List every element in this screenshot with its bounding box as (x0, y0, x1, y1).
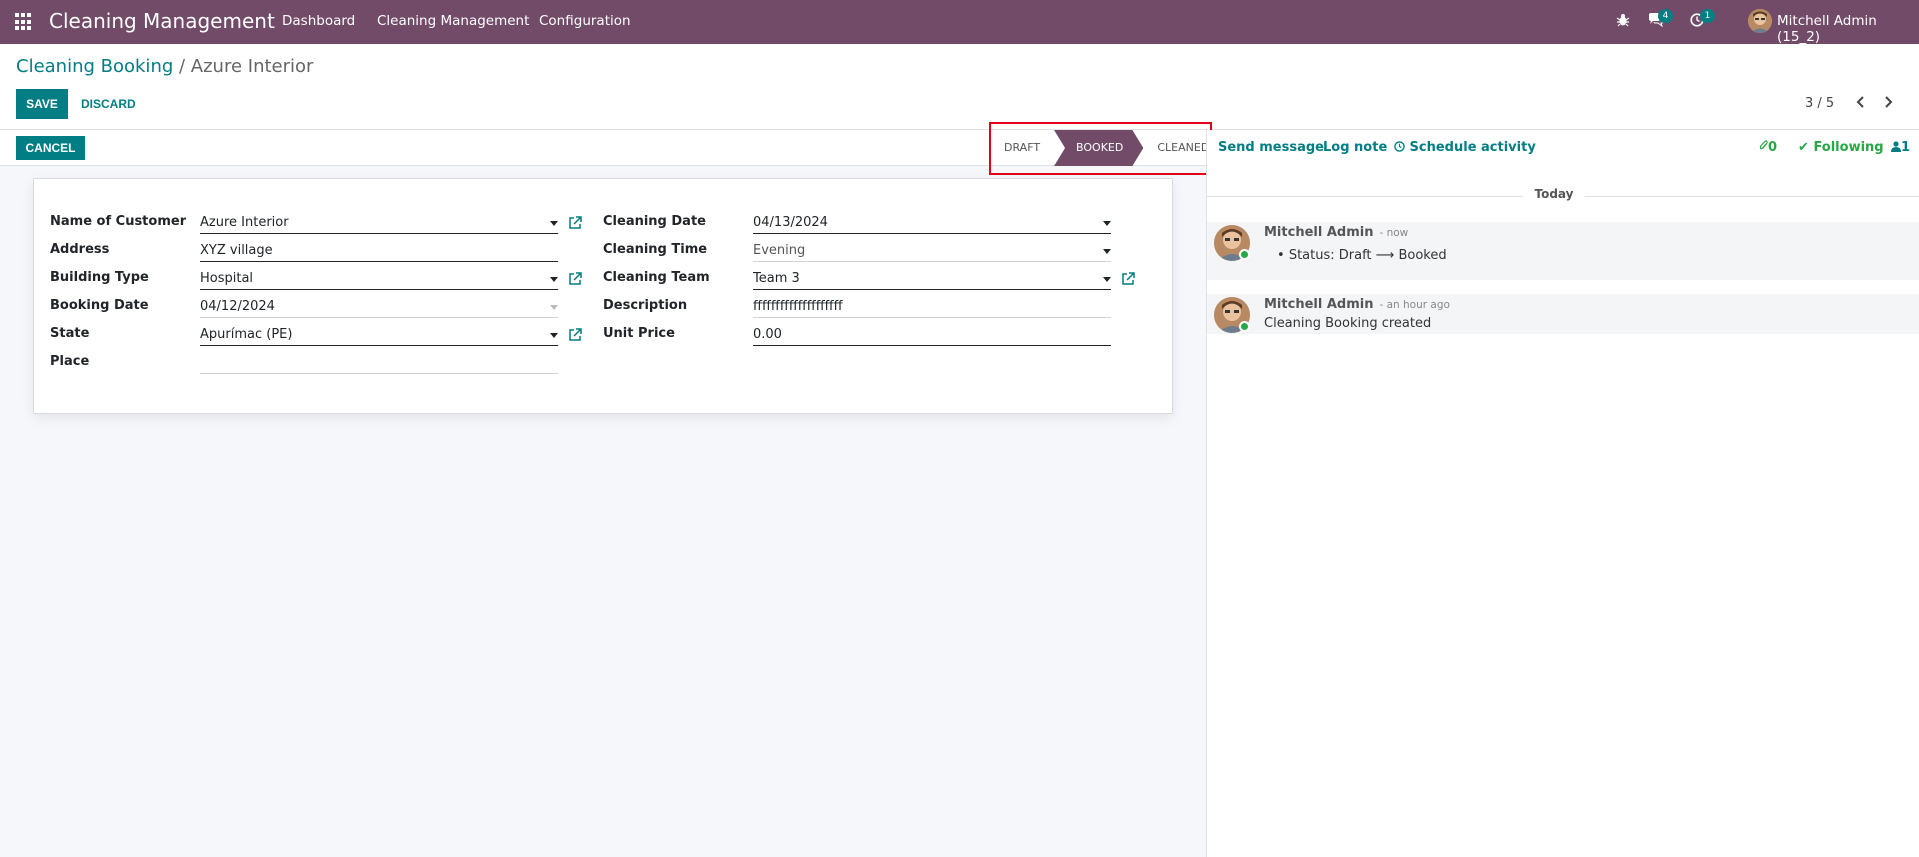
chatter-message: Mitchell Admin - now • Status: Draft ⟶ Bo… (1207, 222, 1919, 280)
unit-price-input[interactable]: 0.00 (753, 325, 1111, 346)
save-button[interactable]: SAVE (16, 89, 68, 119)
label-name-of-customer: Name of Customer (50, 214, 187, 229)
cleaning-time-select[interactable]: Evening (753, 241, 1111, 262)
cancel-button[interactable]: CANCEL (16, 136, 85, 160)
external-link-icon[interactable] (1121, 272, 1135, 286)
log-note-button[interactable]: Log note (1323, 140, 1387, 155)
followers-button[interactable]: 1 (1891, 140, 1910, 156)
following-button[interactable]: ✔ Following (1798, 140, 1884, 155)
chevron-down-icon (550, 305, 558, 310)
external-link-icon[interactable] (568, 272, 582, 286)
label-place: Place (50, 354, 90, 369)
label-booking-date: Booking Date (50, 298, 149, 313)
state-value: Apurímac (PE) (200, 327, 293, 342)
cleaning-team-value: Team 3 (753, 271, 800, 286)
chevron-down-icon (550, 221, 558, 226)
menu-dashboard[interactable]: Dashboard (282, 13, 355, 29)
online-status-icon (1239, 321, 1250, 332)
user-menu[interactable]: Mitchell Admin (15_2) (1777, 13, 1919, 45)
stage-pipeline: DRAFT BOOKED CLEANED (990, 130, 1223, 166)
cleaning-date-value: 04/13/2024 (753, 215, 828, 230)
message-time: - an hour ago (1379, 299, 1450, 311)
breadcrumb-separator: / (173, 56, 191, 77)
arrow-right-icon: ⟶ (1375, 248, 1395, 263)
debug-bug-icon[interactable] (1616, 13, 1632, 29)
stage-draft[interactable]: DRAFT (990, 130, 1054, 166)
cleaning-time-value: Evening (753, 243, 806, 258)
send-message-button[interactable]: Send message (1218, 140, 1324, 155)
tracking-to: Booked (1398, 248, 1447, 263)
message-tracking: • Status: Draft ⟶ Booked (1277, 248, 1447, 263)
label-unit-price: Unit Price (603, 326, 675, 341)
label-address: Address (50, 242, 110, 257)
attachments-count: 0 (1768, 140, 1778, 155)
pager-previous-icon[interactable] (1851, 94, 1869, 112)
menu-cleaning-management[interactable]: Cleaning Management (377, 13, 529, 29)
chevron-down-icon (550, 333, 558, 338)
following-label: Following (1813, 140, 1884, 155)
form-statusbar: CANCEL DRAFT BOOKED CLEANED (0, 130, 1209, 166)
activities-badge: 1 (1700, 9, 1715, 23)
breadcrumb-parent[interactable]: Cleaning Booking (16, 56, 173, 77)
discard-button[interactable]: DISCARD (72, 89, 145, 119)
label-description: Description (603, 298, 688, 313)
chevron-down-icon (550, 277, 558, 282)
message-body: Cleaning Booking created (1264, 316, 1432, 331)
message-author[interactable]: Mitchell Admin - an hour ago (1264, 297, 1450, 312)
pager-value[interactable]: 3 / 5 (1805, 96, 1834, 111)
label-cleaning-time: Cleaning Time (603, 242, 708, 257)
description-input[interactable]: ffffffffffffffffffff (753, 297, 1111, 318)
label-building-type: Building Type (50, 270, 149, 285)
state-select[interactable]: Apurímac (PE) (200, 325, 558, 346)
breadcrumb: Cleaning Booking / Azure Interior (16, 56, 313, 77)
messages-icon[interactable]: 4 (1648, 9, 1673, 29)
attachments-button[interactable]: 0 (1759, 140, 1777, 156)
pager-next-icon[interactable] (1880, 94, 1898, 112)
label-cleaning-date: Cleaning Date (603, 214, 706, 229)
chevron-down-icon (1103, 221, 1111, 226)
customer-value: Azure Interior (200, 215, 289, 230)
booking-date-value: 04/12/2024 (200, 299, 275, 314)
control-panel: Cleaning Booking / Azure Interior SAVE D… (0, 44, 1919, 130)
top-navbar: Cleaning Management Dashboard Cleaning M… (0, 0, 1919, 45)
chatter-message: Mitchell Admin - an hour ago Cleaning Boo… (1207, 294, 1919, 334)
message-time: - now (1379, 227, 1409, 239)
breadcrumb-current: Azure Interior (190, 56, 314, 77)
user-avatar[interactable] (1748, 9, 1772, 33)
online-status-icon (1239, 249, 1250, 260)
stage-booked[interactable]: BOOKED (1054, 130, 1143, 166)
customer-select[interactable]: Azure Interior (200, 213, 558, 234)
building-type-value: Hospital (200, 271, 254, 286)
building-type-select[interactable]: Hospital (200, 269, 558, 290)
user-icon (1891, 141, 1901, 156)
chatter-panel: Send message Log note Schedule activity … (1206, 130, 1919, 857)
chevron-down-icon (1103, 249, 1111, 254)
tracking-from: Status: Draft (1288, 248, 1372, 263)
external-link-icon[interactable] (568, 216, 582, 230)
place-input[interactable] (200, 353, 558, 374)
schedule-activity-button[interactable]: Schedule activity (1394, 140, 1536, 156)
clock-icon (1394, 141, 1405, 156)
date-separator: Today (1207, 187, 1919, 201)
cleaning-team-select[interactable]: Team 3 (753, 269, 1111, 290)
schedule-activity-label: Schedule activity (1409, 140, 1536, 155)
activities-clock-icon[interactable]: 1 (1690, 9, 1715, 29)
external-link-icon[interactable] (568, 328, 582, 342)
menu-configuration[interactable]: Configuration (539, 13, 631, 29)
apps-menu-icon[interactable] (15, 13, 33, 31)
paperclip-icon (1759, 140, 1768, 156)
cleaning-date-input[interactable]: 04/13/2024 (753, 213, 1111, 234)
followers-count: 1 (1901, 140, 1911, 155)
chevron-down-icon (1103, 277, 1111, 282)
form-sheet: Name of Customer Azure Interior Address … (33, 178, 1173, 414)
message-author[interactable]: Mitchell Admin - now (1264, 225, 1408, 240)
booking-date-field: 04/12/2024 (200, 297, 558, 318)
label-cleaning-team: Cleaning Team (603, 270, 710, 285)
check-icon: ✔ (1798, 140, 1809, 155)
app-brand[interactable]: Cleaning Management (49, 9, 275, 33)
label-state: State (50, 326, 90, 341)
address-input[interactable]: XYZ village (200, 241, 558, 262)
date-separator-label: Today (1534, 187, 1574, 201)
messages-badge: 4 (1658, 9, 1673, 23)
